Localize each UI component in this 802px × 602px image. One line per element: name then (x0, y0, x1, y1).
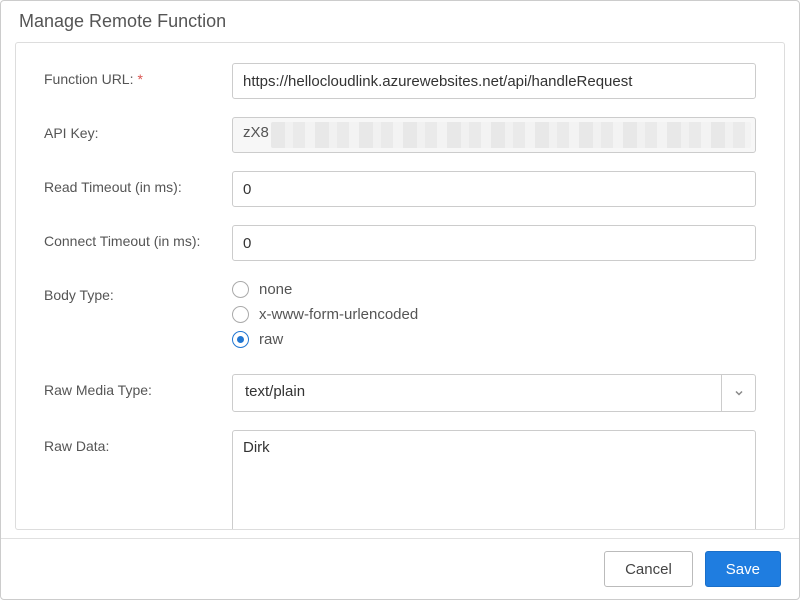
api-key-visible-prefix: zX8 (243, 124, 269, 141)
save-button[interactable]: Save (705, 551, 781, 587)
row-read-timeout: Read Timeout (in ms): (44, 171, 756, 207)
select-value: text/plain (233, 375, 721, 411)
row-connect-timeout: Connect Timeout (in ms): (44, 225, 756, 261)
label-api-key: API Key: (44, 117, 232, 141)
label-connect-timeout: Connect Timeout (in ms): (44, 225, 232, 249)
label-raw-media-type: Raw Media Type: (44, 374, 232, 398)
raw-data-textarea[interactable] (232, 430, 756, 530)
row-api-key: API Key: zX8 (44, 117, 756, 153)
row-raw-data: Raw Data: (44, 430, 756, 530)
function-url-input[interactable] (232, 63, 756, 99)
radio-body-type-form[interactable]: x-www-form-urlencoded (232, 306, 756, 323)
chevron-down-icon (721, 375, 755, 411)
read-timeout-input[interactable] (232, 171, 756, 207)
row-function-url: Function URL:* (44, 63, 756, 99)
dialog-title: Manage Remote Function (1, 1, 799, 38)
radio-icon (232, 306, 249, 323)
label-function-url: Function URL:* (44, 63, 232, 87)
label-raw-data: Raw Data: (44, 430, 232, 454)
form-body: Function URL:* API Key: zX8 Read Timeout… (15, 42, 785, 530)
radio-icon (232, 281, 249, 298)
raw-media-type-select[interactable]: text/plain (232, 374, 756, 412)
radio-body-type-none[interactable]: none (232, 281, 756, 298)
body-type-radio-group: none x-www-form-urlencoded raw (232, 279, 756, 356)
label-read-timeout: Read Timeout (in ms): (44, 171, 232, 195)
api-key-input[interactable]: zX8 (232, 117, 756, 153)
radio-icon-checked (232, 331, 249, 348)
row-body-type: Body Type: none x-www-form-urlencoded ra… (44, 279, 756, 356)
label-body-type: Body Type: (44, 279, 232, 303)
api-key-masked-region (271, 122, 751, 148)
cancel-button[interactable]: Cancel (604, 551, 693, 587)
manage-remote-function-dialog: Manage Remote Function Function URL:* AP… (0, 0, 800, 600)
dialog-footer: Cancel Save (1, 538, 799, 599)
required-asterisk: * (137, 71, 142, 87)
radio-body-type-raw[interactable]: raw (232, 331, 756, 348)
connect-timeout-input[interactable] (232, 225, 756, 261)
row-raw-media-type: Raw Media Type: text/plain (44, 374, 756, 412)
